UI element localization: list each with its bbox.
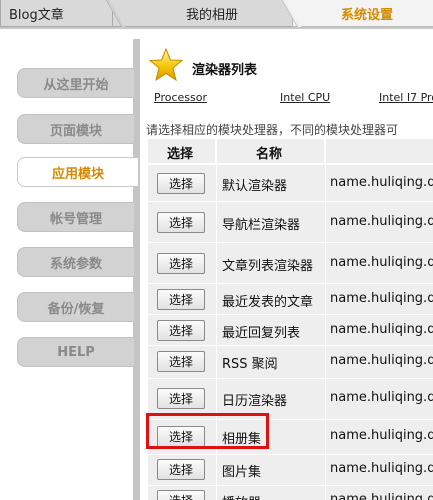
- table-row: 选择 图片集 name.huliqing.qblo: [148, 455, 433, 485]
- select-button[interactable]: 选择: [157, 289, 205, 310]
- renderer-name: 图片集: [222, 465, 262, 480]
- table-header: 选择 名称: [148, 139, 433, 163]
- processor-link[interactable]: Intel CPU: [280, 91, 330, 104]
- header-cell: [326, 139, 433, 163]
- table-row: 选择 RSS 聚阅 name.huliqing.qblo: [148, 346, 433, 378]
- sidebar-item-label: 备份/恢复: [47, 301, 105, 317]
- select-button[interactable]: 选择: [157, 459, 205, 480]
- select-button[interactable]: 选择: [157, 320, 205, 341]
- column-header-select: 选择: [167, 147, 194, 162]
- sidebar-item-label: HELP: [57, 344, 95, 360]
- sidebar-item-label: 页面模块: [49, 123, 102, 139]
- renderer-name: 最近回复列表: [222, 326, 301, 341]
- sidebar-item-label: 应用模块: [51, 166, 104, 182]
- renderer-class: name.huliqing.qblo: [330, 322, 433, 337]
- sidebar-item-label: 从这里开始: [43, 77, 109, 93]
- sidebar-item-label: 系统参数: [49, 256, 102, 272]
- select-button[interactable]: 选择: [157, 351, 205, 372]
- renderer-class: name.huliqing.qblo: [330, 428, 433, 443]
- table-row: 选择 导航栏渲染器 name.huliqing.qblo: [148, 202, 433, 242]
- renderer-class: name.huliqing.qblo: [330, 291, 433, 306]
- sidebar-rail: [133, 39, 140, 500]
- renderer-class: name.huliqing.qblo: [330, 214, 433, 229]
- sidebar-item-app-modules[interactable]: 应用模块: [17, 157, 138, 187]
- tab-label: Blog文章: [9, 7, 64, 23]
- renderer-name: 播放器: [222, 492, 261, 500]
- renderer-class: name.huliqing.qblo: [330, 390, 433, 405]
- tab-system-settings[interactable]: 系统设置: [279, 0, 433, 27]
- renderer-name: 最近发表的文章: [222, 295, 314, 310]
- table-row: 选择 播放器 name.huliqing.qblo: [148, 486, 433, 500]
- renderer-name: 默认渲染器: [222, 179, 288, 194]
- select-button[interactable]: 选择: [157, 253, 205, 274]
- highlight-box: [146, 413, 269, 449]
- sidebar-item-account[interactable]: 帐号管理: [17, 202, 134, 232]
- renderer-class: name.huliqing.qblo: [330, 353, 433, 368]
- renderer-class: name.huliqing.qblo: [330, 461, 433, 476]
- sidebar: 从这里开始 页面模块 应用模块 帐号管理 系统参数 备份/恢复 HELP: [0, 29, 140, 500]
- renderer-name: 日历渲染器: [222, 394, 288, 409]
- renderer-name: 文章列表渲染器: [222, 259, 314, 274]
- tab-edge: [103, 0, 125, 27]
- table-row: 选择 最近发表的文章 name.huliqing.qblo: [148, 284, 433, 314]
- sidebar-item-help[interactable]: HELP: [17, 337, 134, 367]
- sidebar-item-label: 帐号管理: [49, 211, 102, 227]
- select-button[interactable]: 选择: [157, 173, 205, 194]
- top-tab-bar: Blog文章 我的相册 系统设置: [0, 0, 433, 29]
- select-button[interactable]: 选择: [157, 212, 205, 233]
- processor-link[interactable]: Processor: [154, 91, 207, 104]
- table-row: 选择 文章列表渲染器 name.huliqing.qblo: [148, 243, 433, 283]
- select-button[interactable]: 选择: [157, 388, 205, 409]
- column-header-name: 名称: [256, 147, 283, 162]
- processor-link[interactable]: Intel I7 Proc: [379, 91, 433, 104]
- instruction-text: 请选择相应的模块处理器，不同的模块处理器可: [146, 123, 399, 137]
- renderer-class: name.huliqing.qblo: [330, 175, 433, 190]
- sidebar-item-start-here[interactable]: 从这里开始: [17, 68, 134, 98]
- tab-label: 我的相册: [185, 7, 238, 23]
- renderer-name: 导航栏渲染器: [222, 218, 301, 233]
- sidebar-item-page-modules[interactable]: 页面模块: [17, 114, 134, 144]
- sidebar-item-system-params[interactable]: 系统参数: [17, 247, 134, 277]
- sidebar-item-backup-restore[interactable]: 备份/恢复: [17, 292, 134, 322]
- renderer-class: name.huliqing.qblo: [330, 255, 433, 270]
- table-row: 选择 默认渲染器 name.huliqing.qblo: [148, 165, 433, 201]
- tab-label: 系统设置: [340, 7, 393, 23]
- renderer-class: name.huliqing.qblo: [330, 492, 433, 500]
- star-icon: [148, 47, 184, 82]
- tab-edge: [279, 0, 301, 27]
- table-row: 选择 最近回复列表 name.huliqing.qblo: [148, 315, 433, 345]
- select-button[interactable]: 选择: [157, 490, 205, 500]
- page-title: 渲染器列表: [192, 63, 258, 78]
- renderer-name: RSS 聚阅: [222, 357, 278, 372]
